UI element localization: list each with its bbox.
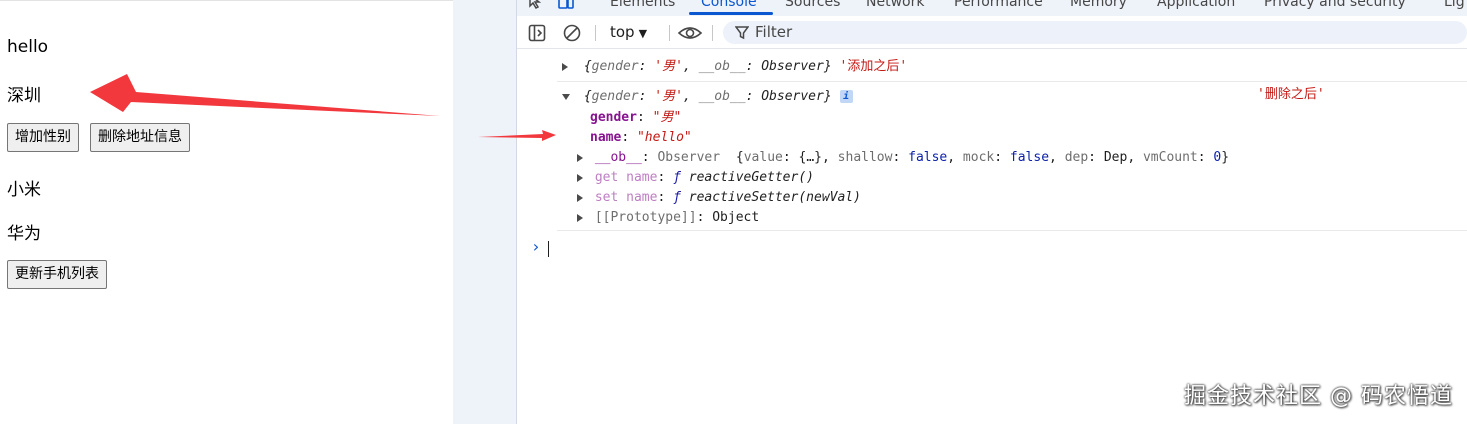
annotation-arrows xyxy=(90,74,556,141)
annotation-arrow xyxy=(90,74,440,116)
watermark: 掘金技术社区 @ 码农悟道 xyxy=(1184,384,1453,409)
annotation-arrow xyxy=(478,130,556,141)
